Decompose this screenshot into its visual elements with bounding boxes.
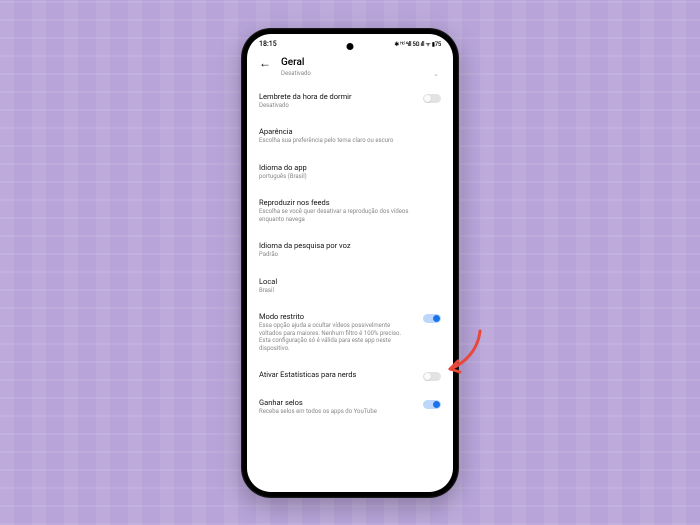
setting-voice-search-lang[interactable]: Idioma da pesquisa por voz Padrão — [259, 233, 441, 269]
toggle-earn-badges[interactable] — [423, 400, 441, 409]
setting-title: Local — [259, 277, 441, 286]
setting-sleep-reminder[interactable]: Lembrete da hora de dormir Desativado — [259, 84, 441, 120]
page-title: Geral — [281, 57, 304, 68]
setting-sub: Padrão — [259, 251, 441, 259]
setting-appearance[interactable]: Aparência Escolha sua preferência pelo t… — [259, 119, 441, 155]
settings-list: Lembrete da hora de dormir Desativado Ap… — [247, 84, 453, 418]
header: ← Geral — [247, 52, 453, 70]
setting-sub: Essa opção ajuda a ocultar vídeos possiv… — [259, 322, 441, 352]
setting-sub: Desativado — [259, 102, 441, 110]
setting-sub: Escolha sua preferência pelo tema claro … — [259, 137, 441, 145]
toggle-sleep-reminder[interactable] — [423, 94, 441, 103]
chevron-down-icon[interactable]: ⌄ — [433, 70, 439, 78]
setting-earn-badges[interactable]: Ganhar selos Receba selos em todos os ap… — [259, 390, 441, 418]
setting-title: Modo restrito — [259, 312, 441, 321]
toggle-restricted-mode[interactable] — [423, 314, 441, 323]
setting-title: Idioma da pesquisa por voz — [259, 241, 441, 250]
phone-frame: 18:15 ✱ ᴴᵈ ⁴ıll 5G ıll ᯤ ▮75 ← Geral Des… — [241, 28, 459, 498]
setting-stats-for-nerds[interactable]: Ativar Estatísticas para nerds — [259, 362, 441, 390]
setting-title: Ativar Estatísticas para nerds — [259, 370, 441, 379]
back-icon[interactable]: ← — [259, 56, 271, 70]
setting-location[interactable]: Local Brasil — [259, 269, 441, 305]
setting-title: Aparência — [259, 127, 441, 136]
setting-sub: português (Brasil) — [259, 173, 441, 181]
setting-title: Ganhar selos — [259, 398, 441, 407]
setting-sub: Brasil — [259, 287, 441, 295]
setting-sub: Escolha se você quer desativar a reprodu… — [259, 208, 441, 223]
setting-title: Reproduzir nos feeds — [259, 198, 441, 207]
status-time: 18:15 — [259, 40, 277, 48]
setting-restricted-mode[interactable]: Modo restrito Essa opção ajuda a ocultar… — [259, 304, 441, 362]
phone-screen: 18:15 ✱ ᴴᵈ ⁴ıll 5G ıll ᯤ ▮75 ← Geral Des… — [247, 34, 453, 492]
toggle-stats-for-nerds[interactable] — [423, 372, 441, 381]
camera-punch-hole — [347, 43, 354, 50]
setting-sub: Receba selos em todos os apps do YouTube — [259, 408, 441, 416]
setting-title: Lembrete da hora de dormir — [259, 92, 441, 101]
setting-app-language[interactable]: Idioma do app português (Brasil) — [259, 155, 441, 191]
setting-title: Idioma do app — [259, 163, 441, 172]
header-sub-status: Desativado — [281, 70, 311, 77]
setting-play-in-feeds[interactable]: Reproduzir nos feeds Escolha se você que… — [259, 190, 441, 233]
status-indicators: ✱ ᴴᵈ ⁴ıll 5G ıll ᯤ ▮75 — [394, 40, 441, 48]
header-sub-row: Desativado ⌄ — [247, 70, 453, 84]
